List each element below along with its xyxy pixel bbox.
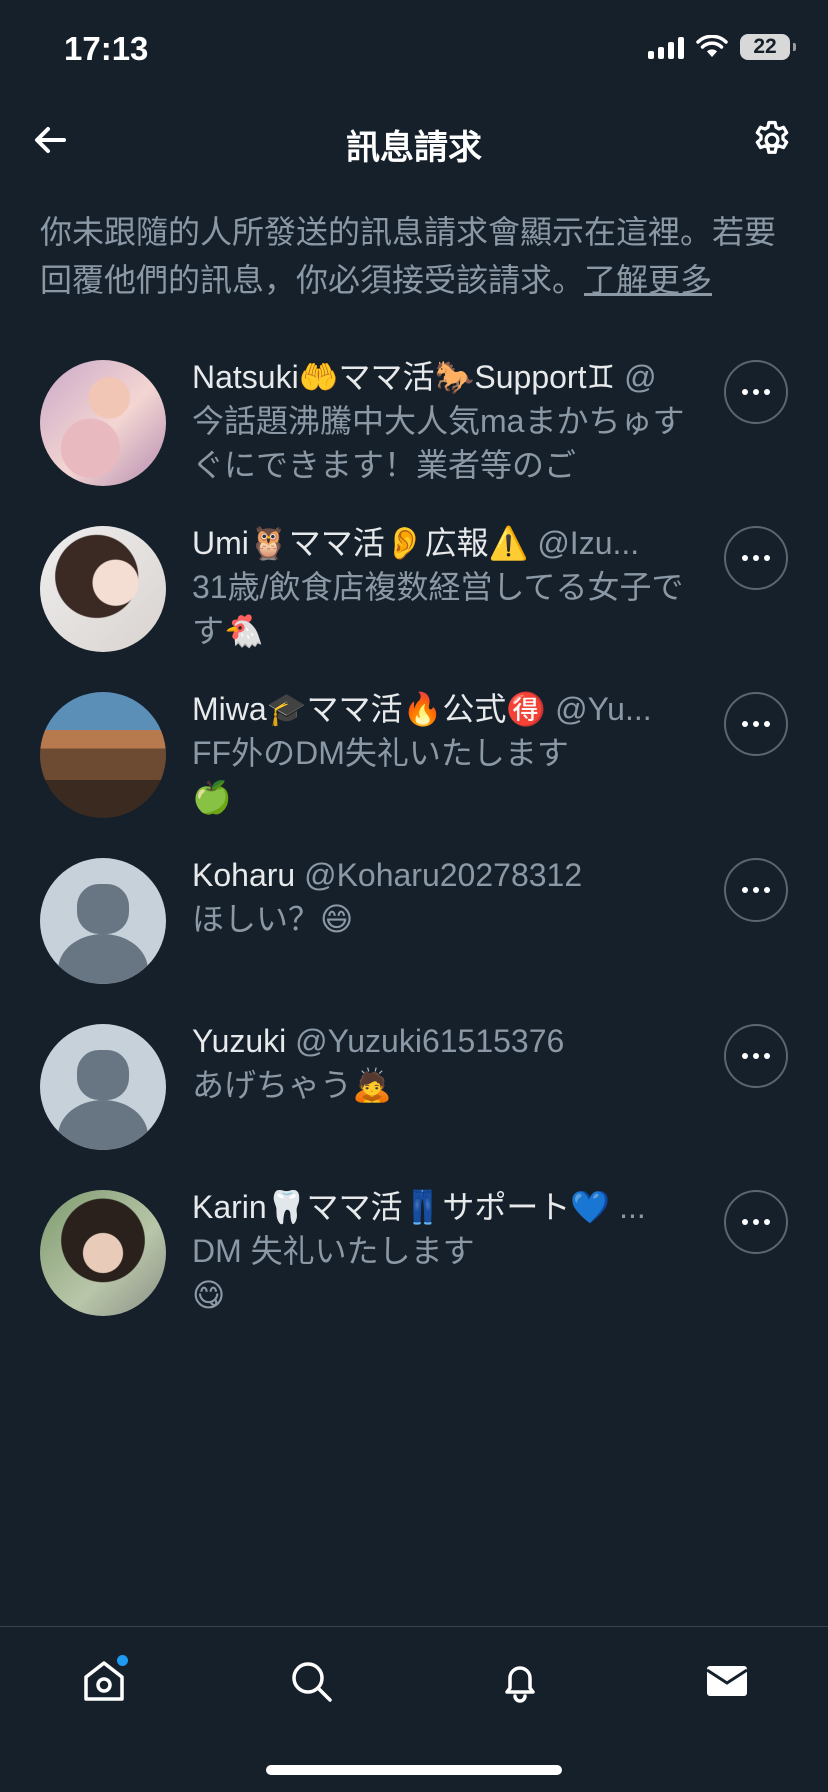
more-options-button[interactable]	[724, 692, 788, 756]
request-description: 你未跟隨的人所發送的訊息請求會顯示在這裡。若要回覆他們的訊息，你必須接受該請求。…	[40, 208, 792, 304]
item-text: Natsuki🤲ママ活🐎Support♊ @ 今話題沸騰中大人気maまかちゅすぐ…	[192, 355, 688, 487]
request-list: Natsuki🤲ママ活🐎Support♊ @ 今話題沸騰中大人気maまかちゅすぐ…	[0, 355, 828, 1351]
display-name: Koharu	[192, 857, 296, 893]
handle: @Izu...	[537, 525, 640, 561]
search-icon	[292, 1662, 332, 1702]
more-options-button[interactable]	[724, 1190, 788, 1254]
list-item[interactable]: Umi🦉ママ活👂広報⚠️ @Izu... 31歳/飲食店複数経営してる女子です🐔	[0, 521, 828, 687]
more-horizontal-icon	[742, 887, 770, 893]
more-options-button[interactable]	[724, 1024, 788, 1088]
home-indicator	[266, 1765, 562, 1775]
more-horizontal-icon	[742, 389, 770, 395]
name-line: Umi🦉ママ活👂広報⚠️ @Izu...	[192, 521, 688, 565]
battery-indicator: 22	[740, 34, 796, 60]
gear-icon	[755, 120, 789, 154]
settings-button[interactable]	[746, 114, 798, 166]
message-preview: 31歳/飲食店複数経営してる女子です🐔	[192, 569, 684, 649]
list-item[interactable]: Yuzuki @Yuzuki61515376 あげちゃう🙇	[0, 1019, 828, 1185]
nav-notifications-button[interactable]	[490, 1651, 550, 1711]
more-horizontal-icon	[742, 721, 770, 727]
message-preview: 今話題沸騰中大人気maまかちゅすぐにできます！業者等のご	[192, 403, 685, 483]
name-line: Yuzuki @Yuzuki61515376	[192, 1019, 688, 1063]
more-options-button[interactable]	[724, 360, 788, 424]
avatar[interactable]	[40, 1024, 166, 1150]
name-line: Karin🦷ママ活👖サポート💙 ...	[192, 1185, 688, 1229]
status-indicators: 22	[648, 34, 796, 60]
more-horizontal-icon	[742, 555, 770, 561]
display-name: Natsuki🤲ママ活🐎Support♊	[192, 359, 616, 395]
display-name: Umi🦉ママ活👂広報⚠️	[192, 525, 529, 561]
default-avatar-icon	[58, 1050, 148, 1150]
handle: @	[624, 359, 657, 395]
display-name: Yuzuki	[192, 1023, 287, 1059]
unread-dot	[117, 1655, 128, 1666]
handle: @Yuzuki61515376	[295, 1023, 565, 1059]
item-text: Karin🦷ママ活👖サポート💙 ... DM 失礼いたします 😋	[192, 1185, 688, 1317]
envelope-icon	[706, 1666, 748, 1696]
more-options-button[interactable]	[724, 526, 788, 590]
list-item[interactable]: Karin🦷ママ活👖サポート💙 ... DM 失礼いたします 😋	[0, 1185, 828, 1351]
list-item[interactable]: Natsuki🤲ママ活🐎Support♊ @ 今話題沸騰中大人気maまかちゅすぐ…	[0, 355, 828, 521]
nav-home-button[interactable]	[74, 1651, 134, 1711]
cellular-signal-icon	[648, 35, 684, 59]
item-text: Koharu @Koharu20278312 ほしい？😄	[192, 853, 688, 941]
avatar[interactable]	[40, 858, 166, 984]
more-horizontal-icon	[742, 1219, 770, 1225]
avatar[interactable]	[40, 1190, 166, 1316]
avatar[interactable]	[40, 360, 166, 486]
name-line: Koharu @Koharu20278312	[192, 853, 688, 897]
default-avatar-icon	[58, 884, 148, 984]
item-text: Miwa🎓ママ活🔥公式🉐 @Yu... FF外のDM失礼いたします 🍏	[192, 687, 688, 819]
item-text: Umi🦉ママ活👂広報⚠️ @Izu... 31歳/飲食店複数経営してる女子です🐔	[192, 521, 688, 653]
name-line: Miwa🎓ママ活🔥公式🉐 @Yu...	[192, 687, 688, 731]
nav-search-button[interactable]	[281, 1651, 341, 1711]
avatar[interactable]	[40, 692, 166, 818]
item-text: Yuzuki @Yuzuki61515376 あげちゃう🙇	[192, 1019, 688, 1107]
header: 訊息請求	[0, 100, 828, 180]
list-item[interactable]: Koharu @Koharu20278312 ほしい？😄	[0, 853, 828, 1019]
message-preview: ほしい？😄	[192, 901, 354, 937]
handle: @Koharu20278312	[304, 857, 583, 893]
handle: ...	[619, 1189, 646, 1225]
display-name: Karin🦷ママ活👖サポート💙	[192, 1189, 611, 1225]
page-title: 訊息請求	[346, 129, 482, 167]
message-preview: DM 失礼いたします 😋	[192, 1233, 475, 1313]
status-bar: 17:13 22	[0, 0, 828, 100]
learn-more-link[interactable]: 了解更多	[584, 262, 712, 298]
wifi-icon	[696, 35, 728, 57]
list-item[interactable]: Miwa🎓ママ活🔥公式🉐 @Yu... FF外のDM失礼いたします 🍏	[0, 687, 828, 853]
handle: @Yu...	[555, 691, 652, 727]
bell-icon	[505, 1666, 535, 1703]
message-preview: FF外のDM失礼いたします 🍏	[192, 735, 569, 815]
name-line: Natsuki🤲ママ活🐎Support♊ @	[192, 355, 688, 399]
message-preview: あげちゃう🙇	[192, 1067, 392, 1103]
more-horizontal-icon	[742, 1053, 770, 1059]
avatar[interactable]	[40, 526, 166, 652]
more-options-button[interactable]	[724, 858, 788, 922]
status-time: 17:13	[64, 30, 149, 67]
display-name: Miwa🎓ママ活🔥公式🉐	[192, 691, 547, 727]
nav-messages-button[interactable]	[697, 1651, 757, 1711]
